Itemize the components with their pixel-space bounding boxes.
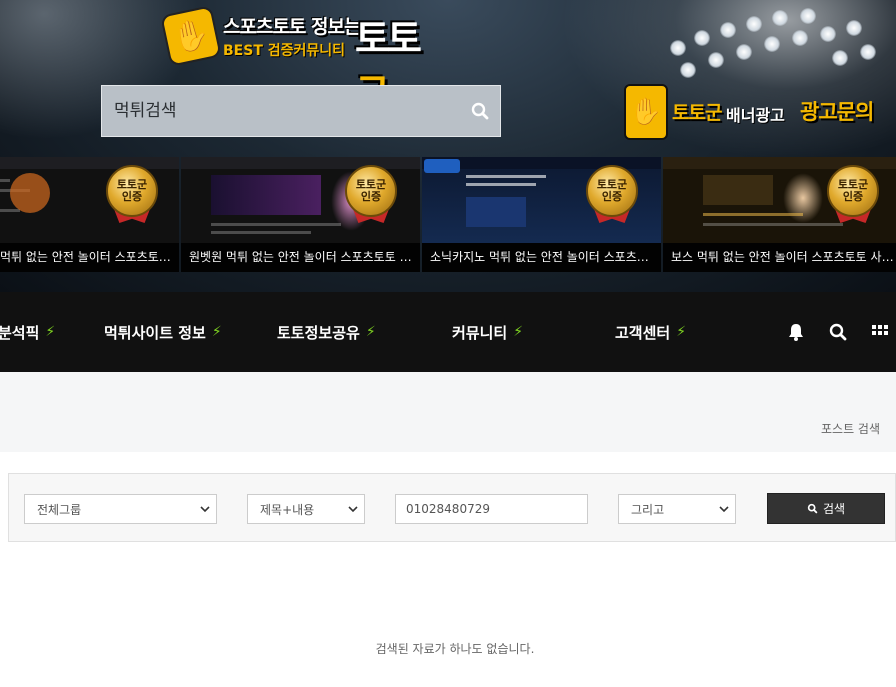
post-search-form: 전체그룹 제목+내용 그리고 검색 <box>8 473 896 542</box>
partner-banner-1[interactable]: 토토군인증 먹튀 없는 안전 놀이터 스포츠토토 사이트 인증 <box>0 157 179 272</box>
banner-caption: 먹튀 없는 안전 놀이터 스포츠토토 사이트 인증 <box>0 243 179 272</box>
page-title: 포스트 검색 <box>820 422 880 436</box>
bolt-icon: ⚡ <box>365 324 376 340</box>
certified-medal: 토토군 인증 <box>345 165 397 225</box>
partner-banner-3[interactable]: 토토군 인증 소닉카지노 먹튀 없는 안전 놀이터 스포츠토토 <box>422 157 661 272</box>
page-header-band <box>0 372 896 452</box>
partner-banner-strip: 토토군인증 먹튀 없는 안전 놀이터 스포츠토토 사이트 인증 토토군인증 원벳… <box>0 157 896 272</box>
nav-item-customer-center[interactable]: 고객센터 ⚡ <box>615 292 686 372</box>
certified-medal: 토토군 인증 <box>106 165 158 225</box>
chevron-down-icon <box>200 506 210 513</box>
logo-tagline: 스포츠토토 정보는 <box>223 16 361 38</box>
ad-cta: 광고문의 <box>800 100 874 124</box>
nav-item-analysis-pick[interactable]: 분석픽 ⚡ <box>0 292 55 372</box>
search-icon[interactable] <box>828 322 848 342</box>
search-icon[interactable] <box>470 101 490 121</box>
logo-mascot-icon: ✋ <box>160 5 222 67</box>
chevron-down-icon <box>719 506 729 513</box>
logo-subtitle: BEST 검증커뮤니티 <box>223 43 346 59</box>
bolt-icon: ⚡ <box>211 324 222 340</box>
operator-select[interactable]: 그리고 <box>618 494 736 524</box>
ad-brand: 토토군 <box>672 102 722 124</box>
nav-item-scam-site-info[interactable]: 먹튀사이트 정보 ⚡ <box>104 292 222 372</box>
empty-results-message: 검색된 자료가 하나도 없습니다. <box>375 642 535 656</box>
partner-banner-4[interactable]: 토토군 인증 보스 먹튀 없는 안전 놀이터 스포츠토토 사이트 <box>663 157 896 272</box>
grid-icon[interactable] <box>870 322 890 342</box>
main-nav: 분석픽 ⚡ 먹튀사이트 정보 ⚡ 토토정보공유 ⚡ 커뮤니티 ⚡ 고객센터 ⚡ <box>0 292 896 372</box>
banner-ad-inquiry[interactable]: ✋ 토토군 배너광고 광고문의 <box>622 80 882 142</box>
nav-item-community[interactable]: 커뮤니티 ⚡ <box>452 292 523 372</box>
search-submit-button[interactable]: 검색 <box>767 493 885 524</box>
bolt-icon: ⚡ <box>676 324 687 340</box>
banner-caption: 소닉카지노 먹튀 없는 안전 놀이터 스포츠토토 <box>422 243 661 272</box>
search-icon <box>807 503 818 514</box>
bolt-icon: ⚡ <box>513 324 524 340</box>
header-search-input[interactable] <box>114 101 454 121</box>
bolt-icon: ⚡ <box>45 324 56 340</box>
chevron-down-icon <box>348 506 358 513</box>
bell-icon[interactable] <box>786 322 806 342</box>
certified-medal: 토토군 인증 <box>827 165 879 225</box>
certified-medal: 토토군 인증 <box>586 165 638 225</box>
keyword-input[interactable] <box>395 494 588 524</box>
site-header: ✋ 스포츠토토 정보는 BEST 검증커뮤니티 토토군 ✋ 토토군 배너광고 광… <box>0 0 896 292</box>
partner-banner-2[interactable]: 토토군 인증 원벳원 먹튀 없는 안전 놀이터 스포츠토토 사이트 <box>181 157 420 272</box>
header-search-bar <box>101 85 501 137</box>
group-select[interactable]: 전체그룹 <box>24 494 217 524</box>
banner-caption: 원벳원 먹튀 없는 안전 놀이터 스포츠토토 사이트 <box>181 243 420 272</box>
field-select[interactable]: 제목+내용 <box>247 494 365 524</box>
banner-caption: 보스 먹튀 없는 안전 놀이터 스포츠토토 사이트 <box>663 243 896 272</box>
nav-item-toto-info-share[interactable]: 토토정보공유 ⚡ <box>277 292 376 372</box>
ad-mascot-icon: ✋ <box>624 84 668 140</box>
site-logo[interactable]: ✋ 스포츠토토 정보는 BEST 검증커뮤니티 토토군 <box>160 5 435 116</box>
ad-middle: 배너광고 <box>726 106 785 125</box>
